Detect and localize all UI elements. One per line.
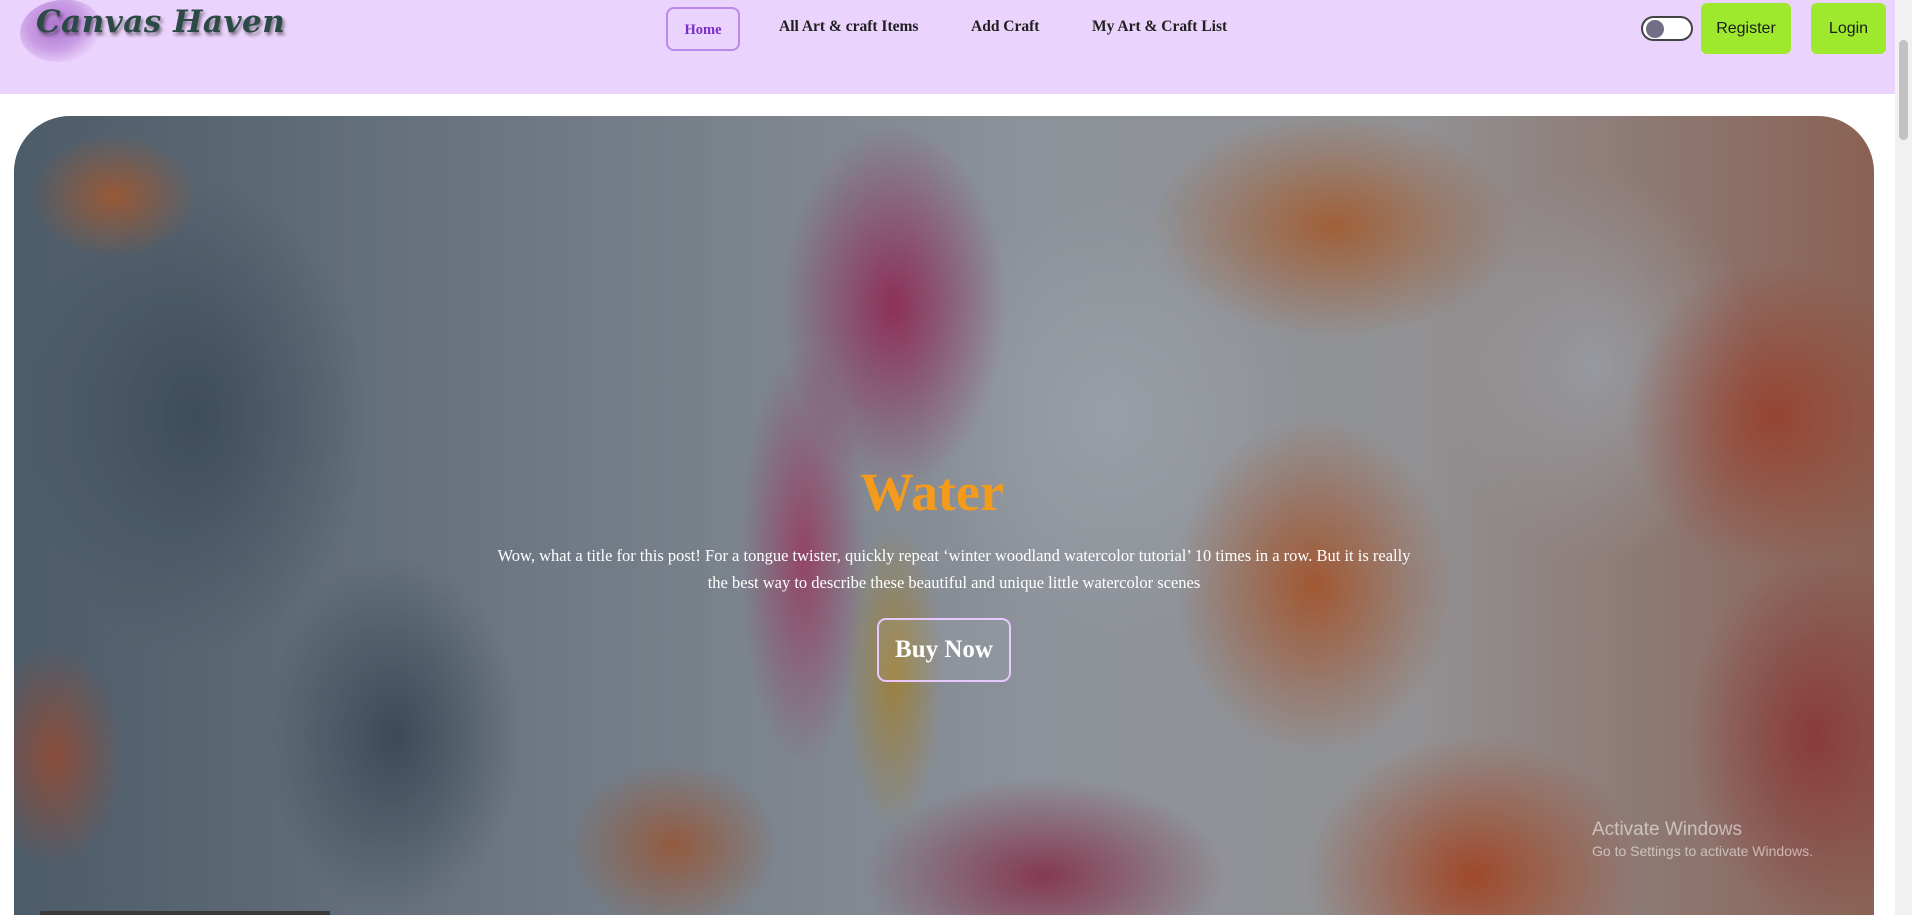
hero-banner: Water Wow, what a title for this post! F… (14, 116, 1874, 915)
watermark-title: Activate Windows (1592, 819, 1742, 840)
theme-toggle[interactable] (1641, 16, 1693, 41)
nav-item-all-art-craft-items[interactable]: All Art & craft Items (779, 7, 918, 51)
scrollbar-thumb[interactable] (1899, 40, 1908, 140)
toggle-knob-icon (1646, 20, 1664, 38)
hero-description: Wow, what a title for this post! For a t… (497, 546, 1411, 592)
login-button[interactable]: Login (1811, 3, 1886, 54)
hero-content: Water Wow, what a title for this post! F… (14, 116, 1874, 915)
navbar: Canvas Haven Home All Art & craft Items … (0, 0, 1895, 94)
watermark-subtitle: Go to Settings to activate Windows. (1592, 843, 1813, 859)
windows-activation-watermark: Activate Windows Go to Settings to activ… (1592, 818, 1813, 860)
bottom-divider (40, 911, 330, 915)
register-button[interactable]: Register (1701, 3, 1791, 54)
hero-title: Water (860, 462, 1004, 522)
nav-item-home[interactable]: Home (666, 7, 740, 51)
nav-item-add-craft[interactable]: Add Craft (971, 7, 1039, 51)
nav-item-my-art-craft-list[interactable]: My Art & Craft List (1092, 7, 1227, 51)
page-scrollbar[interactable] (1895, 0, 1912, 915)
logo[interactable]: Canvas Haven (14, 0, 285, 70)
logo-text: Canvas Haven (36, 4, 286, 40)
buy-now-button[interactable]: Buy Now (877, 618, 1011, 682)
